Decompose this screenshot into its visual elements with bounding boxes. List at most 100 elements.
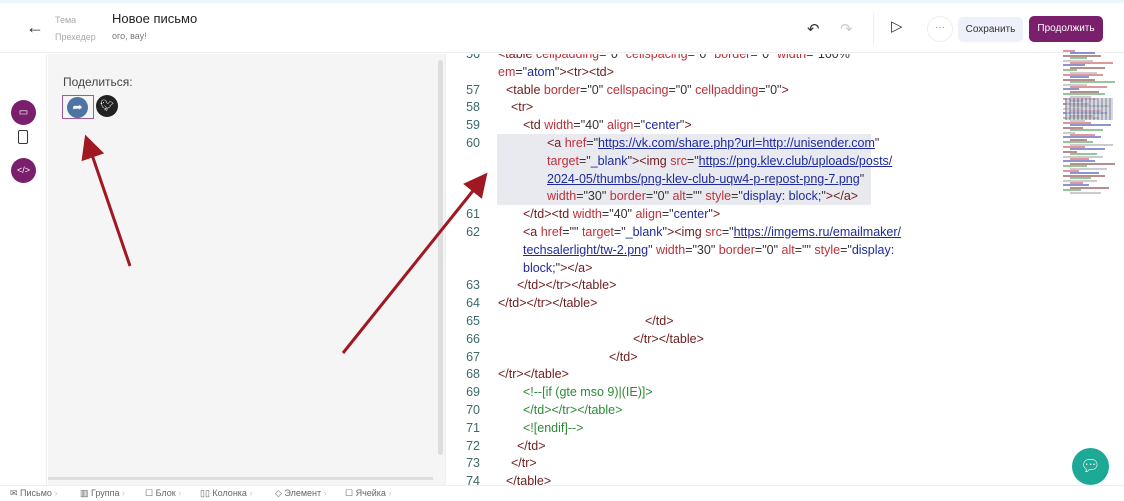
code-view-icon[interactable]: </>	[11, 158, 36, 183]
line-number: 68	[466, 367, 480, 382]
breadcrumb-item[interactable]: ▥ Группа ›	[80, 488, 125, 499]
code-line[interactable]: 72 </td>	[446, 437, 1124, 455]
element-icon: ◇	[275, 488, 285, 498]
subject-field[interactable]: Новое письмо	[112, 11, 197, 26]
preview-horizontal-scrollbar[interactable]	[48, 477, 433, 480]
continue-button[interactable]: Продолжить	[1029, 16, 1103, 42]
breadcrumb-item[interactable]: ▯▯ Колонка ›	[200, 488, 252, 499]
code-token-attr: border	[543, 82, 581, 97]
preheader-field[interactable]: ого, вау!	[112, 31, 147, 41]
code-token-attr: border	[714, 54, 751, 61]
code-line[interactable]: target="_blank"><img src="https://png.kl…	[497, 151, 892, 170]
code-line[interactable]: 71 <![endif]-->	[446, 419, 1124, 437]
code-token-txt: ="	[721, 225, 734, 239]
code-token-val: block;	[523, 260, 556, 275]
divider	[873, 13, 874, 45]
code-text: </tr>	[511, 454, 537, 472]
code-token-tag: >	[684, 118, 692, 133]
code-line[interactable]: 2024-05/thumbs/png-klev-club-uqw4-p-repo…	[497, 169, 871, 188]
vk-share-button[interactable]: ➦	[62, 95, 94, 119]
view-rail: ▭ </>	[0, 54, 47, 485]
code-token-txt: ="	[586, 136, 599, 150]
code-token-url[interactable]: https://png.klev.club/uploads/posts/	[699, 154, 893, 168]
code-token-txt: ="0"	[687, 54, 715, 61]
code-token-url[interactable]: 2024-05/thumbs/png-klev-club-uqw4-p-repo…	[547, 172, 860, 186]
redo-icon[interactable]: ↷	[840, 20, 853, 38]
code-token-attr: cellspacing	[606, 82, 669, 97]
breadcrumb-item[interactable]: ✉ Письмо ›	[10, 488, 57, 499]
send-icon[interactable]: ▷	[891, 17, 903, 35]
code-token-txt: ="30"	[685, 242, 719, 257]
code-line[interactable]: 61 </td><td width="40" align="center">	[446, 205, 1124, 223]
preview-scrollbar[interactable]	[438, 60, 443, 455]
save-button[interactable]: Сохранить	[958, 17, 1023, 42]
code-token-txt: ="0"	[580, 82, 607, 97]
code-token-tag: ></a>	[825, 189, 859, 204]
line-number: 56	[466, 54, 480, 61]
code-token-attr: width	[544, 118, 574, 133]
breadcrumb-item[interactable]: ☐ Ячейка ›	[345, 488, 391, 499]
code-token-val: display: block;	[742, 189, 822, 204]
code-line[interactable]: 58 <tr>	[446, 98, 1124, 116]
undo-icon[interactable]: ↶	[807, 20, 820, 38]
breadcrumb-label: Элемент	[284, 488, 322, 498]
more-button[interactable]: ···	[927, 16, 953, 42]
code-line[interactable]: 70 </td></tr></table>	[446, 401, 1124, 419]
code-line[interactable]: 63 </td></tr></table>	[446, 276, 1124, 294]
code-token-attr: cellpadding	[535, 54, 600, 61]
code-line[interactable]: 65 </td>	[446, 312, 1124, 330]
code-line[interactable]: 56 <table cellpadding="0" cellspacing="0"…	[446, 54, 1124, 63]
code-minimap[interactable]	[1063, 50, 1115, 200]
line-number: 66	[466, 331, 480, 346]
line-number: 61	[466, 207, 480, 222]
code-token-val: _blank	[590, 153, 628, 168]
desktop-view-icon[interactable]: ▭	[11, 100, 36, 125]
code-line[interactable]: 74 </table>	[446, 472, 1124, 485]
code-line[interactable]: 73 </tr>	[446, 454, 1124, 472]
code-line[interactable]: 64 </td></tr></table>	[446, 294, 1124, 312]
chevron-right-icon: ›	[385, 488, 392, 498]
chevron-right-icon: ›	[119, 488, 126, 498]
code-text: <table border="0" cellspacing="0" cellpa…	[506, 81, 789, 99]
chat-support-icon[interactable]: 💬︎	[1072, 448, 1109, 485]
line-number: 63	[466, 278, 480, 293]
breadcrumb-bar: ✉ Письмо › ▥ Группа › ☐ Блок › ▯▯ Колонка ›…	[0, 485, 1124, 501]
group-icon: ▥	[80, 488, 92, 498]
code-editor[interactable]: 56 <table cellpadding="0" cellspacing="0"…	[445, 54, 1124, 485]
code-line[interactable]: 68 </tr></table>	[446, 365, 1124, 383]
code-token-txt: ="40"	[601, 207, 636, 222]
code-line[interactable]: 69 <!--[if (gte mso 9)|(IE)]>	[446, 383, 1124, 401]
code-line[interactable]: techsalerlight/tw-2.png" width="30" bord…	[446, 241, 1124, 259]
breadcrumb-item[interactable]: ◇ Элемент ›	[275, 488, 327, 499]
code-line[interactable]: 66 </tr></table>	[446, 330, 1124, 348]
code-line[interactable]: 60 <a href="https://vk.com/share.php?url=…	[466, 134, 879, 152]
subject-label: Тема	[55, 15, 77, 25]
code-line[interactable]: 62 <a href="" target="_blank"><img src="h…	[446, 223, 1124, 241]
code-line[interactable]: 67 </td>	[446, 348, 1124, 366]
chevron-right-icon: ›	[246, 488, 253, 498]
code-token-txt: =""	[794, 242, 815, 257]
code-line[interactable]: 59 <td width="40" align="center">	[446, 116, 1124, 134]
code-line[interactable]: width="30" border="0" alt="" style="disp…	[497, 187, 871, 206]
code-token-val: _blank	[625, 225, 663, 239]
code-token-txt: ="0"	[758, 82, 782, 97]
code-line[interactable]: block;"></a>	[446, 259, 1124, 277]
line-number: 65	[466, 314, 480, 328]
twitter-icon[interactable]: 🐦︎	[96, 95, 118, 117]
code-token-txt: ="30"	[576, 189, 610, 204]
code-token-tag: </td></tr></table>	[517, 278, 617, 293]
mobile-view-icon[interactable]	[18, 130, 28, 144]
code-text: block;"></a>	[523, 259, 592, 277]
breadcrumb-item[interactable]: ☐ Блок ›	[145, 488, 181, 499]
code-text: </td></tr></table>	[517, 276, 616, 294]
code-text: <![endif]-->	[523, 419, 583, 437]
code-token-tag: ></a>	[560, 260, 593, 275]
code-token-txt: =""	[562, 225, 582, 239]
code-token-attr: alt	[781, 242, 795, 257]
code-line[interactable]: 57 <table border="0" cellspacing="0" cell…	[446, 81, 1124, 99]
code-token-url[interactable]: techsalerlight/tw-2.png	[523, 243, 648, 257]
code-token-url[interactable]: https://imgems.ru/emailmaker/	[734, 225, 901, 239]
code-token-url[interactable]: https://vk.com/share.php?url=http://unis…	[598, 136, 875, 150]
code-line[interactable]: em="atom"><tr><td>	[446, 63, 1124, 81]
back-arrow-icon[interactable]: ←	[26, 17, 44, 38]
